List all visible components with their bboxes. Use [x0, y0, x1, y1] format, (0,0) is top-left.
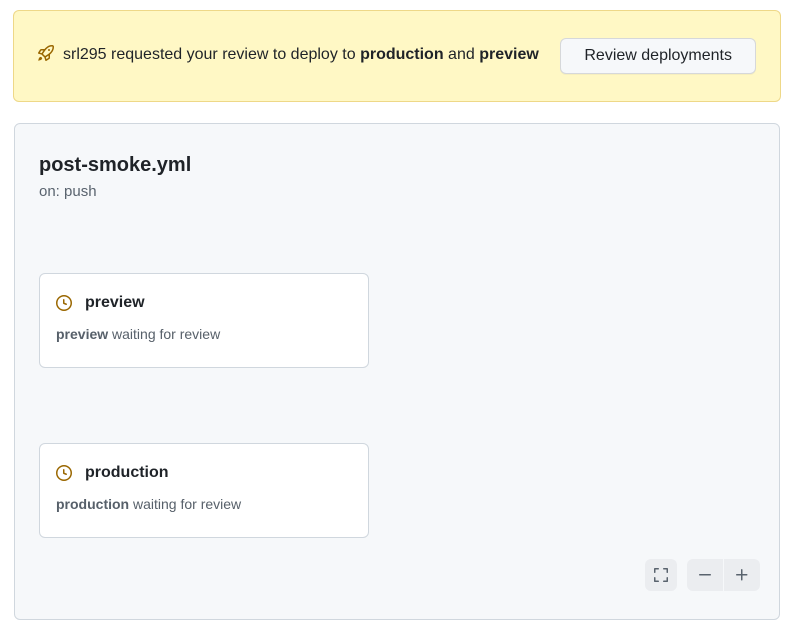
job-card-preview[interactable]: preview preview waiting for review — [39, 273, 369, 368]
banner-actor: srl295 — [63, 46, 107, 63]
job-status: production waiting for review — [56, 496, 352, 512]
job-status-env: preview — [56, 326, 108, 342]
job-status: preview waiting for review — [56, 326, 352, 342]
plus-icon — [734, 567, 750, 583]
fit-view-button[interactable] — [645, 559, 677, 591]
job-card-production[interactable]: production production waiting for review — [39, 443, 369, 538]
clock-icon — [56, 465, 72, 481]
rocket-icon — [38, 45, 54, 69]
workflow-trigger: on: push — [39, 183, 191, 200]
dash-icon — [697, 567, 713, 583]
deploy-review-banner: srl295 requested your review to deploy t… — [13, 10, 781, 102]
zoom-control-group — [687, 559, 760, 591]
graph-controls — [645, 559, 760, 591]
banner-text-mid: requested your review to deploy to — [107, 46, 360, 63]
job-name: production — [85, 464, 169, 482]
clock-icon — [56, 295, 72, 311]
workflow-title: post-smoke.yml — [39, 154, 191, 177]
screen-full-icon — [653, 567, 669, 583]
job-status-env: production — [56, 496, 129, 512]
zoom-in-button[interactable] — [724, 559, 760, 591]
job-name: preview — [85, 294, 145, 312]
banner-env-production: production — [360, 46, 444, 63]
banner-env-preview: preview — [479, 46, 539, 63]
job-status-text: waiting for review — [108, 326, 220, 342]
job-title-row: production — [56, 464, 352, 482]
workflow-header: post-smoke.yml on: push — [39, 154, 191, 200]
banner-text-and: and — [444, 46, 480, 63]
job-status-text: waiting for review — [129, 496, 241, 512]
zoom-out-button[interactable] — [687, 559, 723, 591]
review-deployments-button[interactable]: Review deployments — [560, 38, 756, 74]
job-title-row: preview — [56, 294, 352, 312]
workflow-graph-panel: post-smoke.yml on: push preview preview … — [14, 123, 780, 620]
banner-message: srl295 requested your review to deploy t… — [38, 43, 539, 69]
